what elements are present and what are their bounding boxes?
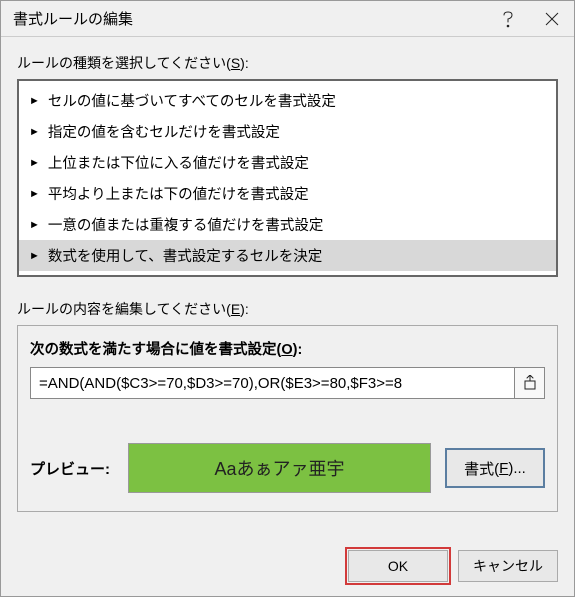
rule-item[interactable]: ► 上位または下位に入る値だけを書式設定 <box>19 147 556 178</box>
preview-sample: Aaあぁアァ亜宇 <box>128 443 431 493</box>
rule-item[interactable]: ► 平均より上または下の値だけを書式設定 <box>19 178 556 209</box>
rule-item-label: 指定の値を含むセルだけを書式設定 <box>48 121 280 142</box>
cancel-button[interactable]: キャンセル <box>458 550 558 582</box>
close-button[interactable] <box>530 1 574 37</box>
rule-item-label: 上位または下位に入る値だけを書式設定 <box>48 152 309 173</box>
arrow-icon: ► <box>29 126 40 138</box>
rule-item-label: セルの値に基づいてすべてのセルを書式設定 <box>48 90 336 111</box>
rule-item[interactable]: ► 数式を使用して、書式設定するセルを決定 <box>19 240 556 271</box>
edit-content-label: ルールの内容を編集してください(E): <box>17 299 558 319</box>
dialog-title: 書式ルールの編集 <box>13 8 486 29</box>
rule-item-label: 数式を使用して、書式設定するセルを決定 <box>48 245 322 266</box>
rule-type-label: ルールの種類を選択してください(S): <box>17 53 558 73</box>
arrow-icon: ► <box>29 95 40 107</box>
formula-input[interactable] <box>30 367 515 399</box>
rule-item[interactable]: ► 一意の値または重複する値だけを書式設定 <box>19 209 556 240</box>
dialog-footer: OK キャンセル <box>348 550 558 582</box>
rule-item[interactable]: ► 指定の値を含むセルだけを書式設定 <box>19 116 556 147</box>
rule-type-list[interactable]: ►セルの値に基づいてすべてのセルを書式設定 ►指定の値を含むセルだけを書式設定 … <box>17 79 558 277</box>
rule-edit-panel: 次の数式を満たす場合に値を書式設定(O): プレビュー: Aaあぁアァ亜宇 書式… <box>17 325 558 512</box>
dialog-body: ルールの種類を選択してください(S): ► セルの値に基づいてすべてのセルを書式設… <box>1 37 574 524</box>
arrow-icon: ► <box>29 219 40 231</box>
titlebar: 書式ルールの編集 <box>1 1 574 37</box>
arrow-icon: ► <box>29 157 40 169</box>
edit-rule-dialog: 書式ルールの編集 ルールの種類を選択してください(S): ► セルの値に基づいてす… <box>0 0 575 597</box>
rule-item-label: 一意の値または重複する値だけを書式設定 <box>48 214 324 235</box>
range-selector-button[interactable] <box>515 367 545 399</box>
format-button[interactable]: 書式(F)... <box>445 448 545 488</box>
rule-item-label: 平均より上または下の値だけを書式設定 <box>48 183 309 204</box>
formula-label: 次の数式を満たす場合に値を書式設定(O): <box>30 338 545 359</box>
ok-button[interactable]: OK <box>348 550 448 582</box>
rule-item[interactable]: ► セルの値に基づいてすべてのセルを書式設定 <box>19 85 556 116</box>
arrow-icon: ► <box>29 250 40 262</box>
preview-label: プレビュー: <box>30 458 114 479</box>
help-button[interactable] <box>486 1 530 37</box>
arrow-icon: ► <box>29 188 40 200</box>
